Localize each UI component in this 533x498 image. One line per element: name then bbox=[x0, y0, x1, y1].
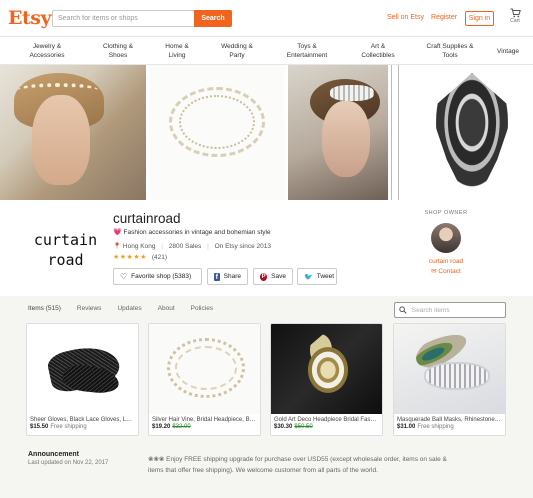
shop-meta: 📍 Hong Kong | 2800 Sales | On Etsy since… bbox=[113, 243, 271, 250]
search-icon bbox=[399, 306, 407, 314]
shop-search bbox=[394, 302, 506, 318]
listing-title: Gold Art Deco Headpiece Bridal Fasci... bbox=[274, 417, 380, 423]
listing-card[interactable]: Silver Hair Vine, Bridal Headpiece, Bo..… bbox=[148, 323, 261, 436]
owner-name-link[interactable]: curtain road bbox=[416, 258, 476, 265]
shop-since: On Etsy since 2013 bbox=[214, 243, 271, 250]
cart-label: Cart bbox=[510, 18, 520, 24]
etsy-logo[interactable]: Etsy bbox=[8, 7, 52, 29]
listing-card[interactable]: Masquerade Ball Masks, Rhinestone F... $… bbox=[393, 323, 506, 436]
message-icon: ✉ bbox=[431, 268, 437, 275]
listing-title: Silver Hair Vine, Bridal Headpiece, Bo..… bbox=[152, 417, 258, 423]
site-search: Search bbox=[52, 10, 232, 27]
announcement-text: ❀❀❀ Enjoy FREE shipping upgrade for purc… bbox=[148, 456, 447, 474]
banner-photo-model-band bbox=[288, 65, 388, 200]
cart-icon bbox=[510, 8, 521, 18]
listing-image bbox=[27, 324, 138, 414]
search-button[interactable]: Search bbox=[194, 10, 232, 27]
review-count: (421) bbox=[151, 254, 168, 261]
sell-on-etsy-link[interactable]: Sell on Etsy bbox=[387, 14, 424, 21]
category-clothing-shoes[interactable]: Clothing & Shoes bbox=[95, 42, 141, 60]
heart-outline-icon: ♡ bbox=[120, 272, 128, 281]
listing-card[interactable]: Sheer Gloves, Black Lace Gloves, Lac... … bbox=[26, 323, 139, 436]
tab-about[interactable]: About bbox=[158, 305, 175, 317]
listing-title: Masquerade Ball Masks, Rhinestone F... bbox=[397, 417, 505, 423]
search-input[interactable] bbox=[52, 10, 194, 27]
banner-photo-jewel-brooch bbox=[402, 65, 533, 200]
listing-price-row: $19.20 $32.00 bbox=[149, 423, 260, 431]
listing-shipping: Free shipping bbox=[417, 424, 454, 430]
announcement-heading: Announcement bbox=[28, 451, 79, 458]
listing-price-row: $30.30 $50.50 bbox=[271, 423, 382, 431]
pinterest-icon: P bbox=[260, 272, 268, 281]
listing-image bbox=[271, 324, 382, 414]
listing-price-row: $31.00 Free shipping bbox=[394, 423, 505, 431]
listing-price: $31.00 bbox=[397, 424, 416, 430]
sign-in-button[interactable]: Sign in bbox=[465, 11, 494, 26]
tab-reviews[interactable]: Reviews bbox=[77, 305, 102, 317]
shop-owner-heading: SHOP OWNER bbox=[424, 210, 468, 216]
save-button[interactable]: P Save bbox=[253, 268, 293, 285]
listing-title: Sheer Gloves, Black Lace Gloves, Lac... bbox=[30, 417, 138, 423]
shop-sales[interactable]: 2800 Sales bbox=[169, 243, 202, 250]
shop-search-input[interactable] bbox=[411, 306, 501, 314]
category-toys-entertainment[interactable]: Toys & Entertainment bbox=[279, 42, 335, 60]
announcement-date: Last updated on Nov 22, 2017 bbox=[28, 460, 109, 466]
shop-banner bbox=[0, 65, 533, 200]
category-craft-supplies-tools[interactable]: Craft Supplies & Tools bbox=[420, 42, 480, 60]
listing-price: $15.50 bbox=[30, 424, 49, 430]
category-wedding-party[interactable]: Wedding & Party bbox=[214, 42, 260, 60]
heart-icon: 💗 bbox=[113, 229, 122, 236]
category-nav: Jewelry & Accessories Clothing & Shoes Hom… bbox=[0, 38, 533, 65]
facebook-icon: f bbox=[214, 272, 220, 281]
cart-button[interactable]: Cart bbox=[505, 8, 525, 24]
favorite-shop-button[interactable]: ♡ Favorite shop (5383) bbox=[113, 268, 202, 285]
listing-shipping: Free shipping bbox=[50, 424, 87, 430]
banner-divider bbox=[391, 65, 399, 200]
tab-items[interactable]: Items (515) bbox=[28, 305, 61, 317]
owner-avatar[interactable] bbox=[431, 223, 461, 253]
listings-section: Items (515) Reviews Updates About Polici… bbox=[0, 296, 533, 498]
listing-original-price: $32.00 bbox=[172, 424, 191, 430]
shop-location: Hong Kong bbox=[122, 243, 156, 250]
listing-original-price: $50.50 bbox=[294, 424, 313, 430]
tab-policies[interactable]: Policies bbox=[191, 305, 213, 317]
contact-owner-link[interactable]: ✉ Contact bbox=[416, 267, 476, 275]
star-rating-icon: ★★★★★ bbox=[113, 254, 147, 261]
location-pin-icon: 📍 bbox=[113, 243, 122, 250]
listing-image bbox=[394, 324, 505, 414]
listing-price-row: $15.50 Free shipping bbox=[27, 423, 138, 431]
share-button[interactable]: f Share bbox=[207, 268, 248, 285]
category-home-living[interactable]: Home & Living bbox=[156, 42, 198, 60]
listing-price: $19.20 bbox=[152, 424, 171, 430]
category-jewelry-accessories[interactable]: Jewelry & Accessories bbox=[22, 42, 72, 60]
tweet-button[interactable]: 🐦 Tweet bbox=[297, 268, 337, 285]
shop-name: curtainroad bbox=[113, 211, 181, 226]
listing-price: $30.30 bbox=[274, 424, 293, 430]
shop-tabs: Items (515) Reviews Updates About Polici… bbox=[28, 305, 213, 317]
tab-updates[interactable]: Updates bbox=[117, 305, 141, 317]
site-header: Etsy Search Sell on Etsy Register Sign i… bbox=[0, 0, 533, 37]
shop-logo: curtain road bbox=[33, 231, 98, 269]
category-vintage[interactable]: Vintage bbox=[491, 47, 525, 56]
shop-rating[interactable]: ★★★★★ (421) bbox=[113, 253, 167, 261]
banner-photo-model-headpiece bbox=[0, 65, 146, 200]
twitter-icon: 🐦 bbox=[304, 273, 313, 281]
listing-image bbox=[149, 324, 260, 414]
listing-card[interactable]: Gold Art Deco Headpiece Bridal Fasci... … bbox=[270, 323, 383, 436]
shop-tagline: 💗 Fashion accessories in vintage and boh… bbox=[113, 229, 271, 236]
category-art-collectibles[interactable]: Art & Collectibles bbox=[352, 42, 404, 60]
register-link[interactable]: Register bbox=[431, 14, 457, 21]
banner-photo-hair-vine bbox=[149, 65, 285, 200]
